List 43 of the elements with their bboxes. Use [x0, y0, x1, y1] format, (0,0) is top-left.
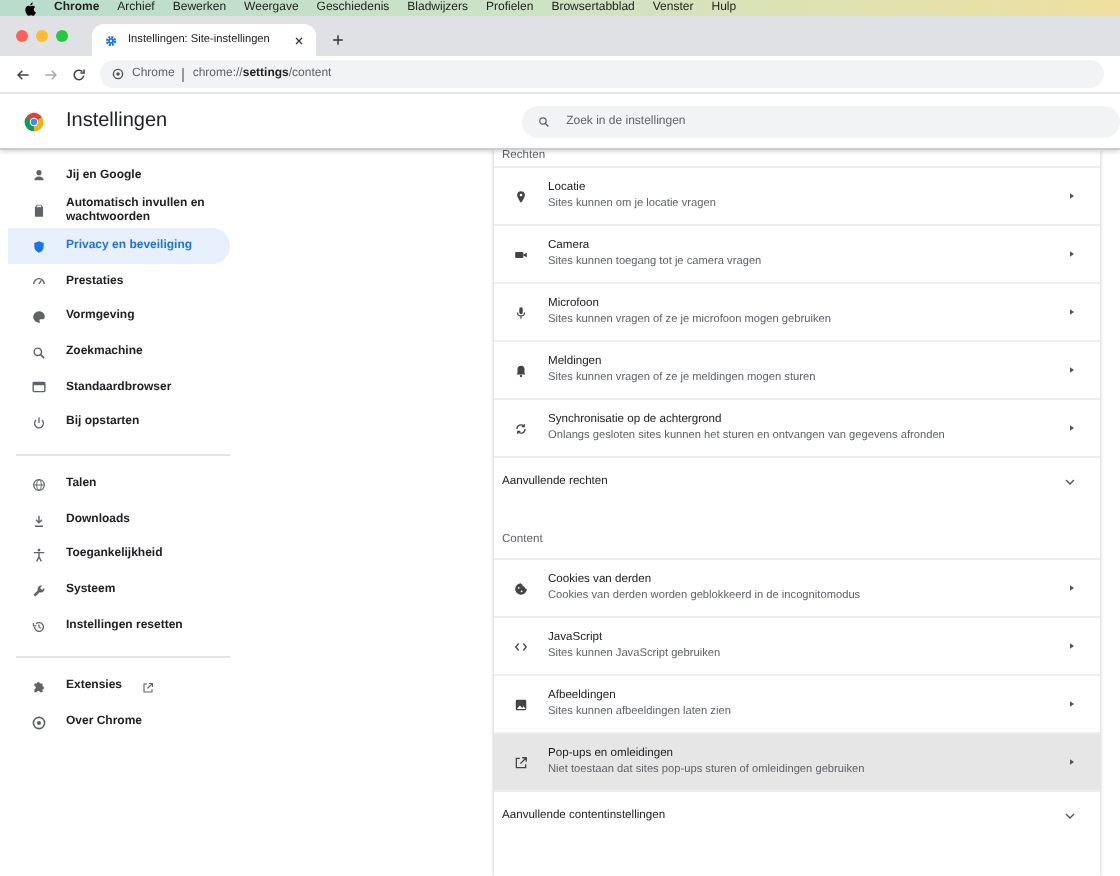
close-icon[interactable]: [294, 35, 304, 45]
shield-icon: [32, 239, 46, 254]
arrow-right-icon: [1068, 424, 1076, 432]
arrow-right-icon: [1068, 584, 1076, 592]
reload-icon[interactable]: [72, 67, 86, 81]
chrome-logo-icon: [24, 111, 44, 131]
gauge-icon: [32, 274, 46, 289]
settings-icon: [104, 33, 118, 47]
bell-icon: [514, 363, 528, 377]
history-icon: [32, 619, 46, 634]
code-icon: [514, 639, 528, 653]
arrow-right-icon: [1068, 366, 1076, 374]
wrench-icon: [32, 583, 46, 598]
page-title: Instellingen: [66, 110, 168, 132]
arrow-right-icon: [1068, 700, 1076, 708]
image-icon: [514, 697, 528, 711]
back-arrow-icon[interactable]: [16, 67, 30, 81]
download-icon: [32, 513, 46, 528]
power-icon: [32, 416, 46, 431]
search-icon: [538, 115, 551, 127]
globe-icon: [32, 477, 46, 492]
browser-icon: [32, 380, 46, 395]
arrow-right-icon: [1068, 192, 1076, 200]
sync-icon: [514, 421, 528, 435]
arrow-right-icon: [1068, 758, 1076, 766]
accessibility-icon: [32, 548, 46, 563]
pin-icon: [514, 189, 528, 203]
search-icon: [32, 345, 46, 360]
palette-icon: [32, 310, 46, 325]
arrow-right-icon: [1068, 308, 1076, 316]
chevron-down-icon: [1064, 478, 1076, 486]
puzzle-icon: [32, 680, 46, 695]
chevron-down-icon: [1064, 812, 1076, 820]
new-tab-icon[interactable]: [332, 34, 344, 46]
cookie-icon: [514, 581, 528, 595]
person-icon: [32, 168, 46, 183]
external-icon: [514, 755, 528, 769]
clipboard-icon: [32, 204, 46, 219]
mic-icon: [514, 305, 528, 319]
arrow-right-icon: [1068, 250, 1076, 258]
arrow-right-icon: [1068, 642, 1076, 650]
external-icon: [142, 681, 155, 694]
apple-logo-icon[interactable]: [24, 1, 36, 15]
